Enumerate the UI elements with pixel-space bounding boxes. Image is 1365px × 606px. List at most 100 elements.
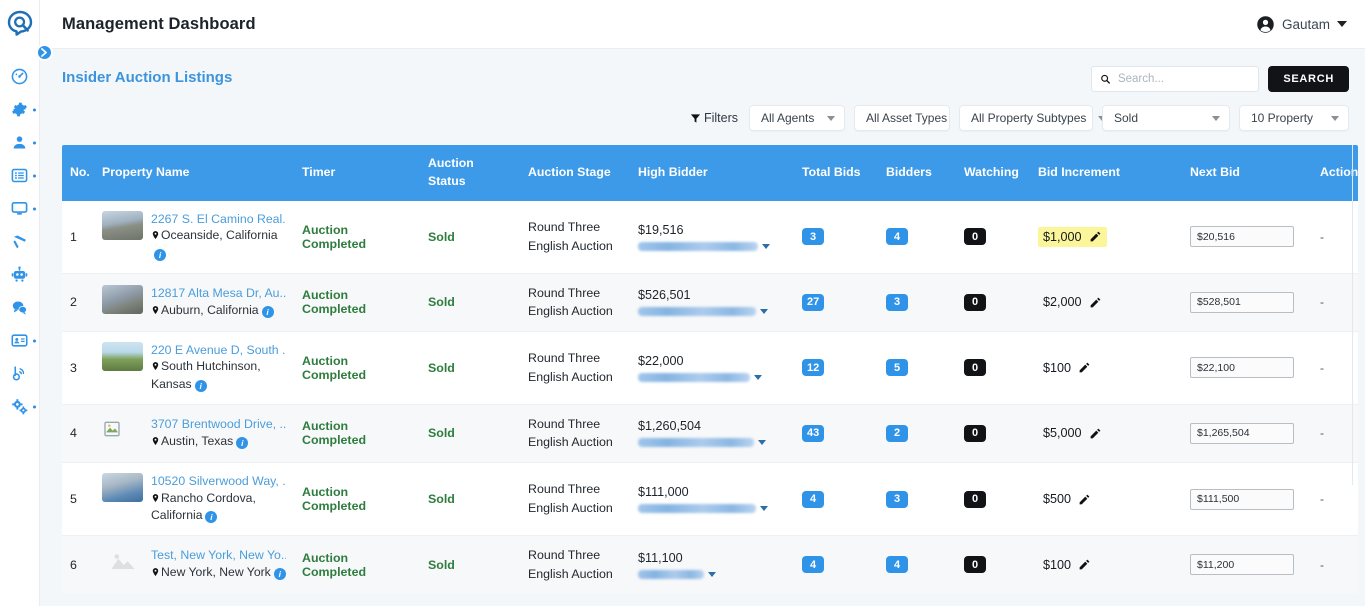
edit-pencil-icon[interactable] xyxy=(1089,230,1102,243)
column-header-high-bidder[interactable]: High Bidder xyxy=(630,145,794,201)
robot-icon xyxy=(11,266,28,282)
table-row[interactable]: 4 3707 Brentwood Drive, ... Austin, Texas i… xyxy=(62,404,1358,464)
expand-bidder-chevron-down-icon[interactable] xyxy=(760,506,768,512)
bid-increment-value-group[interactable]: $1,000 xyxy=(1038,226,1107,247)
column-header-next-bid[interactable]: Next Bid xyxy=(1182,145,1312,201)
expand-bidder-chevron-down-icon[interactable] xyxy=(708,571,716,577)
cell-bidders: 5 xyxy=(878,331,956,405)
column-header-auction-stage[interactable]: Auction Stage xyxy=(520,145,630,201)
filters-toggle[interactable]: Filters xyxy=(690,111,738,125)
column-header-timer[interactable]: Timer xyxy=(294,145,420,201)
location-pin-icon xyxy=(152,568,159,577)
expand-bidder-chevron-down-icon[interactable] xyxy=(758,440,766,446)
cell-total-bids: 4 xyxy=(794,462,878,536)
sidebar-item-automation[interactable] xyxy=(0,258,39,291)
sidebar-item-tools[interactable] xyxy=(0,225,39,258)
bid-increment-value: $100 xyxy=(1043,360,1072,375)
table-row[interactable]: 5 10520 Silverwood Way, ... Rancho Cordova… xyxy=(62,462,1358,536)
expand-bidder-chevron-down-icon[interactable] xyxy=(760,309,768,315)
status-filter-select[interactable]: Sold xyxy=(1102,105,1230,131)
expand-bidder-chevron-down-icon[interactable] xyxy=(762,243,770,249)
info-icon[interactable]: i xyxy=(273,568,286,581)
next-bid-input[interactable] xyxy=(1190,554,1294,576)
property-name-link[interactable]: Test, New York, New Yo... xyxy=(151,547,286,564)
sidebar-item-broadcast[interactable] xyxy=(0,357,39,390)
sidebar-item-users[interactable] xyxy=(0,126,39,159)
next-bid-input[interactable] xyxy=(1190,422,1294,444)
property-name-link[interactable]: 2267 S. El Camino Real... xyxy=(151,211,286,228)
cell-high-bidder: $22,000 xyxy=(630,331,794,405)
sidebar-item-contacts[interactable] xyxy=(0,324,39,357)
next-bid-input[interactable] xyxy=(1190,291,1294,313)
page-size-filter-select[interactable]: 10 Property xyxy=(1239,105,1349,131)
cell-no: 2 xyxy=(62,273,94,332)
chevron-down-icon xyxy=(827,115,835,121)
chevron-down-icon xyxy=(1331,115,1339,121)
column-header-watching[interactable]: Watching xyxy=(956,145,1030,201)
edit-pencil-icon[interactable] xyxy=(1078,493,1091,506)
property-name-link[interactable]: 220 E Avenue D, South ... xyxy=(151,342,286,359)
cell-bidders: 4 xyxy=(878,200,956,274)
bid-increment-value-group[interactable]: $5,000 xyxy=(1038,423,1107,443)
search-input[interactable] xyxy=(1117,73,1251,85)
column-header-bidders[interactable]: Bidders xyxy=(878,145,956,201)
sidebar-item-advanced-settings[interactable] xyxy=(0,390,39,423)
column-header-bid-increment[interactable]: Bid Increment xyxy=(1030,145,1182,201)
info-icon[interactable]: i xyxy=(154,249,166,262)
bid-increment-value-group[interactable]: $100 xyxy=(1038,555,1096,575)
sidebar-item-monitor[interactable] xyxy=(0,192,39,225)
property-name-link[interactable]: 3707 Brentwood Drive, ... xyxy=(151,416,286,433)
column-header-total-bids[interactable]: Total Bids xyxy=(794,145,878,201)
table-row[interactable]: 3 220 E Avenue D, South ... South Hutchins… xyxy=(62,331,1358,405)
next-bid-input[interactable] xyxy=(1190,488,1294,510)
cell-next-bid xyxy=(1182,462,1312,536)
property-subtypes-filter-select[interactable]: All Property Subtypes xyxy=(959,105,1107,131)
column-header-auction-status[interactable]: Auction Status xyxy=(420,145,520,201)
high-bidder-name-redacted xyxy=(638,504,756,514)
sidebar-item-listings[interactable] xyxy=(0,159,39,192)
table-row[interactable]: 6 Test, New York, New Yo... New York, New … xyxy=(62,535,1358,593)
search-button[interactable]: SEARCH xyxy=(1268,66,1349,92)
info-icon[interactable]: i xyxy=(205,511,218,524)
sidebar-item-settings[interactable] xyxy=(0,93,39,126)
bid-increment-value: $2,000 xyxy=(1043,295,1082,310)
info-icon[interactable]: i xyxy=(261,305,274,318)
edit-pencil-icon[interactable] xyxy=(1089,427,1102,440)
sidebar-expand-button[interactable] xyxy=(36,44,53,61)
expand-bidder-chevron-down-icon[interactable] xyxy=(754,374,762,380)
chevron-down-icon[interactable] xyxy=(1337,21,1347,27)
table-row[interactable]: 2 12817 Alta Mesa Dr, Au... Auburn, Califo… xyxy=(62,273,1358,332)
next-bid-input[interactable] xyxy=(1190,357,1294,379)
filter-row: Filters All Agents All Asset Types All P… xyxy=(690,105,1349,131)
edit-pencil-icon[interactable] xyxy=(1089,296,1102,309)
q-search-logo-icon xyxy=(7,10,32,36)
property-location: Austin, Texas i xyxy=(151,434,249,450)
bid-increment-value-group[interactable]: $100 xyxy=(1038,358,1096,378)
sidebar-item-dashboard[interactable] xyxy=(0,60,39,93)
column-header-no[interactable]: No. xyxy=(62,145,94,201)
next-bid-input[interactable] xyxy=(1190,226,1294,248)
table-row[interactable]: 1 2267 S. El Camino Real... Oceanside, Cal… xyxy=(62,200,1358,274)
sidebar-dot xyxy=(33,141,36,144)
monitor-icon xyxy=(11,202,28,215)
cell-high-bidder: $111,000 xyxy=(630,462,794,536)
user-menu[interactable]: Gautam xyxy=(1256,15,1347,34)
bid-increment-value-group[interactable]: $2,000 xyxy=(1038,292,1107,312)
property-location: Oceanside, Californiai xyxy=(151,228,278,262)
cell-auction-stage: Round Three English Auction xyxy=(520,273,630,332)
asset-types-filter-select[interactable]: All Asset Types xyxy=(854,105,968,131)
property-name-link[interactable]: 10520 Silverwood Way, ... xyxy=(151,473,286,490)
column-header-property-name[interactable]: Property Name xyxy=(94,145,294,201)
search-box[interactable] xyxy=(1091,66,1260,92)
agents-filter-select[interactable]: All Agents xyxy=(749,105,845,131)
edit-pencil-icon[interactable] xyxy=(1078,361,1091,374)
info-icon[interactable]: i xyxy=(236,437,249,450)
property-thumbnail xyxy=(102,341,143,371)
edit-pencil-icon[interactable] xyxy=(1078,558,1091,571)
sidebar-item-messages[interactable] xyxy=(0,291,39,324)
bid-increment-value-group[interactable]: $500 xyxy=(1038,489,1096,509)
info-icon[interactable]: i xyxy=(194,380,207,393)
property-name-link[interactable]: 12817 Alta Mesa Dr, Au... xyxy=(151,285,286,302)
cell-next-bid xyxy=(1182,404,1312,464)
brand-logo[interactable] xyxy=(0,0,40,48)
